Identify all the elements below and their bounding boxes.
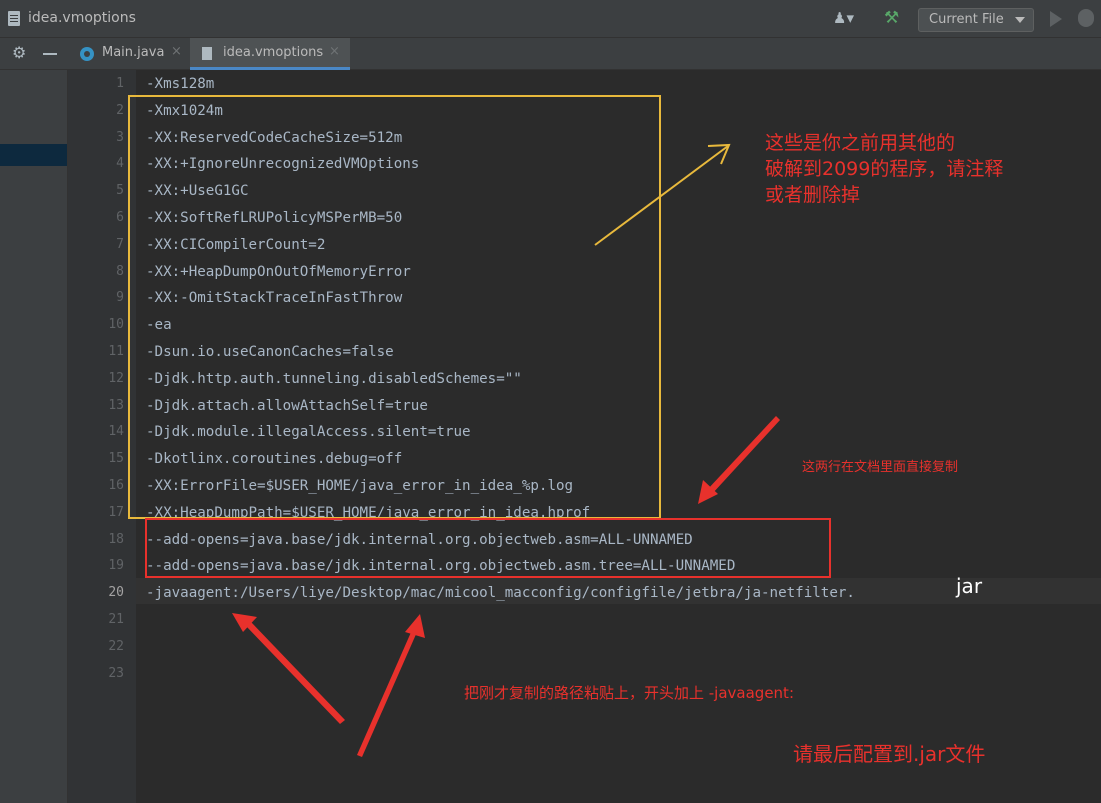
yellow-arrow [594, 143, 731, 246]
red-arrow-to-box [698, 416, 780, 504]
yellow-note-line: 这些是你之前用其他的 [765, 132, 956, 154]
red-note-copy: 这两行在文档里面直接复制 [802, 460, 959, 475]
yellow-note-line: 破解到2099的程序，请注释 [765, 158, 1004, 180]
paste-note: 把刚才复制的路径粘贴上，开头加上 -javaagent: [464, 684, 794, 702]
jar-suffix: jar [956, 574, 983, 598]
yellow-note: 这些是你之前用其他的 破解到2099的程序，请注释 或者删除掉 [765, 130, 1003, 208]
red-arrow-right [357, 614, 425, 757]
jar-note: 请最后配置到.jar文件 [793, 742, 986, 766]
yellow-note-line: 或者删除掉 [765, 184, 861, 206]
red-arrow-left [232, 613, 345, 724]
